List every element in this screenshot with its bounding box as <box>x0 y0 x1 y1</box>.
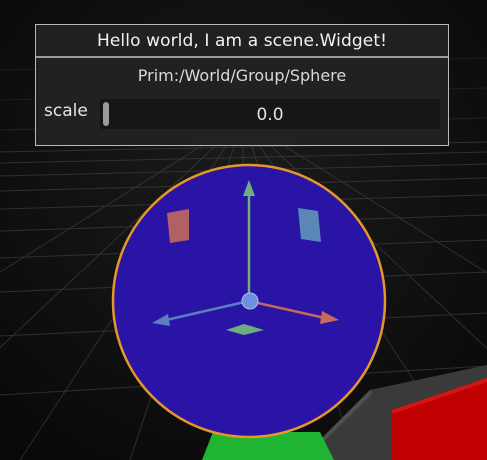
scale-slider[interactable]: 0.0 <box>100 99 440 129</box>
plane-handle-yz[interactable] <box>298 208 321 242</box>
scale-row: scale 0.0 <box>36 97 448 129</box>
gizmo-center-handle[interactable] <box>241 292 259 310</box>
scale-value: 0.0 <box>256 105 284 125</box>
widget-header: Hello world, I am a scene.Widget! <box>36 25 448 58</box>
widget-title: Hello world, I am a scene.Widget! <box>96 30 387 51</box>
prim-path-label: Prim:/World/Group/Sphere <box>137 66 347 85</box>
scale-label: scale <box>44 101 88 121</box>
viewport[interactable]: Hello world, I am a scene.Widget! Prim:/… <box>0 0 487 460</box>
scene-widget-panel: Hello world, I am a scene.Widget! Prim:/… <box>35 24 449 146</box>
plane-handle-xy[interactable] <box>167 209 189 243</box>
